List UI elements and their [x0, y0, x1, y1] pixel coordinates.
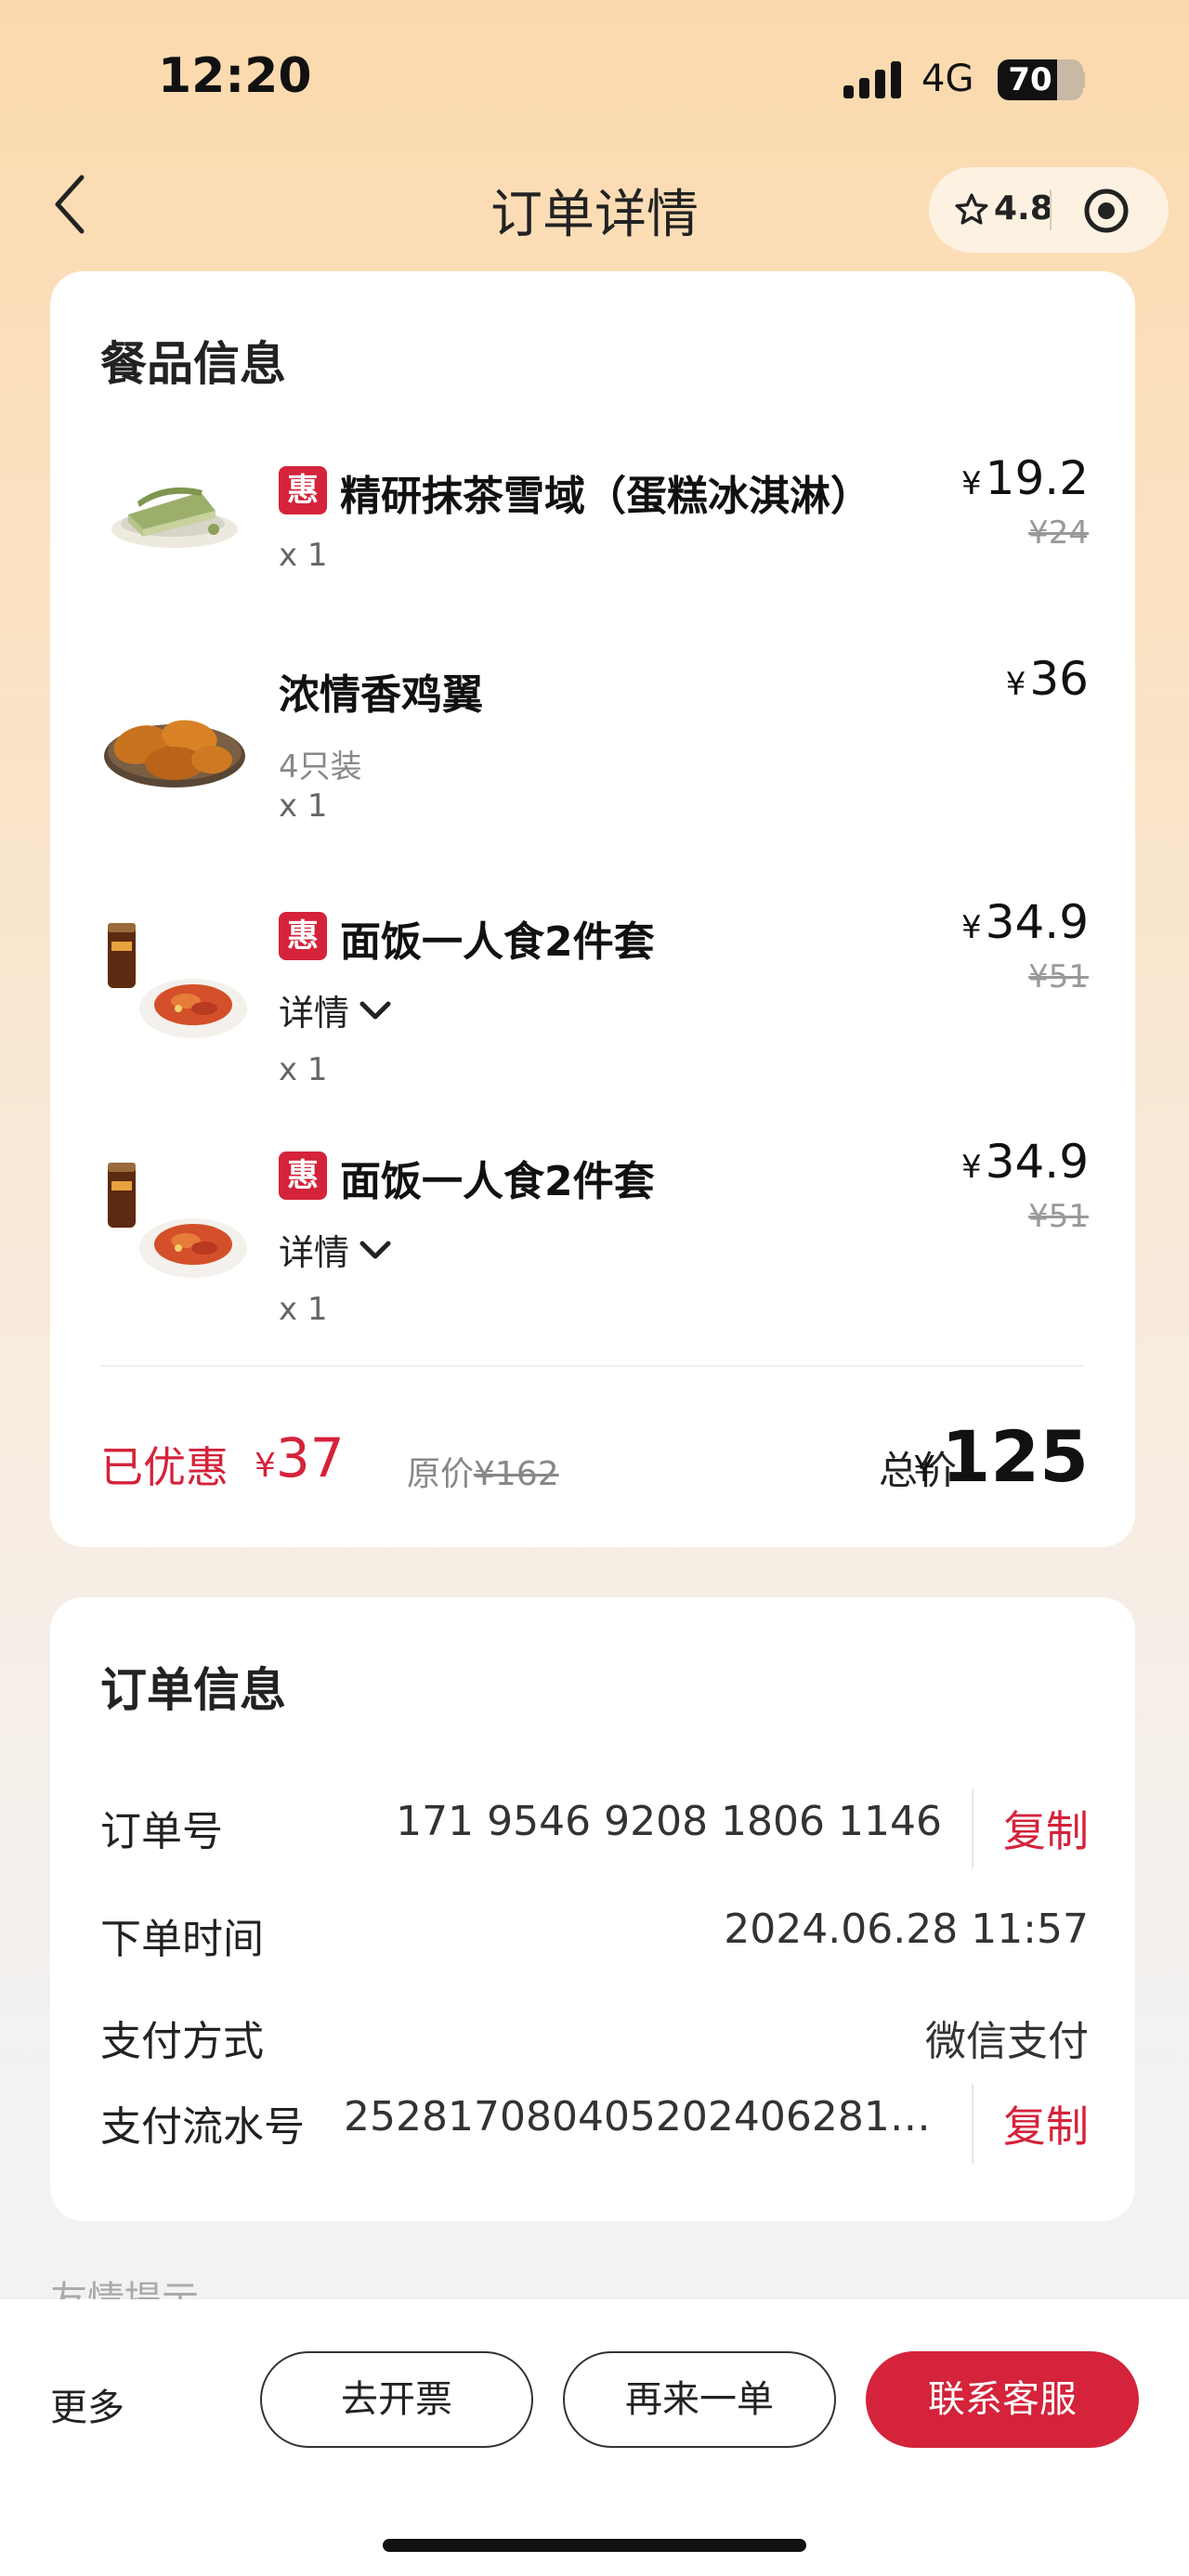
home-indicator[interactable]: [383, 2539, 806, 2552]
target-icon: [1084, 189, 1129, 233]
list-item[interactable]: 惠 面饭一人食2件套 详情 x 1 ¥34.9 ¥51: [50, 1135, 1135, 1367]
food-info-card: 餐品信息 惠 精研抹茶雪域（蛋糕冰淇淋） x 1 ¥19.2 ¥24 浓情香鸡翼…: [50, 271, 1135, 1547]
price-value: 36: [1029, 652, 1089, 706]
item-name: 面饭一人食2件套: [340, 918, 655, 966]
status-bar: 12:20 4G 70: [0, 0, 1189, 158]
price-value: 19.2: [985, 451, 1089, 505]
payment-method-row: 支付方式 微信支付: [100, 1998, 1089, 2073]
matcha-cake-image: [111, 487, 238, 548]
list-item[interactable]: 惠 精研抹茶雪域（蛋糕冰淇淋） x 1 ¥19.2 ¥24: [50, 425, 1135, 630]
contact-service-button[interactable]: 联系客服: [866, 2351, 1139, 2448]
item-quantity: x 1: [279, 537, 328, 574]
battery-level: 70: [1008, 61, 1052, 98]
copy-order-number-button[interactable]: 复制: [1003, 1798, 1089, 1859]
total-amount: ¥125: [913, 1415, 1089, 1498]
discount-badge: 惠: [279, 1151, 327, 1200]
order-time-value: 2024.06.28 11:57: [724, 1906, 1089, 1953]
total-value: 125: [941, 1415, 1089, 1498]
order-info-card: 订单信息 订单号 171 9546 9208 1806 1146 复制 下单时间…: [50, 1597, 1135, 2221]
status-time: 12:20: [158, 48, 312, 104]
payment-serial-label: 支付流水号: [100, 2103, 305, 2151]
divider: [100, 1365, 1085, 1367]
battery-tip: [1079, 71, 1085, 89]
order-time-label: 下单时间: [100, 1916, 264, 1963]
original-price: ¥51: [1028, 1198, 1089, 1235]
payment-method-value: 微信支付: [925, 2018, 1089, 2065]
more-button[interactable]: 更多: [50, 2377, 124, 2431]
star-icon: [955, 193, 988, 225]
price-value: 34.9: [985, 1135, 1089, 1189]
discount-badge: 惠: [279, 912, 327, 960]
reorder-button[interactable]: 再来一单: [563, 2351, 836, 2448]
bottom-action-bar: 更多 去开票 再来一单 联系客服: [0, 2299, 1189, 2576]
details-label: 详情: [279, 1232, 350, 1273]
chevron-down-icon: [359, 1001, 391, 1019]
currency-symbol: ¥: [913, 1449, 936, 1490]
item-quantity: x 1: [279, 787, 328, 825]
price-value: 34.9: [985, 895, 1089, 949]
discount-label: 已优惠: [100, 1442, 229, 1492]
order-number-label: 订单号: [100, 1808, 223, 1855]
discount-value: 37: [275, 1426, 345, 1490]
original-price: ¥51: [1028, 958, 1089, 995]
network-label: 4G: [921, 58, 974, 100]
currency-symbol: ¥: [961, 1149, 982, 1186]
order-number-row: 订单号 171 9546 9208 1806 1146 复制: [100, 1789, 1089, 1868]
food-card-title: 餐品信息: [100, 337, 286, 391]
chevron-down-icon: [359, 1241, 391, 1258]
discount-amount: ¥37: [255, 1426, 345, 1490]
item-price: ¥19.2: [961, 451, 1089, 505]
currency-symbol: ¥: [961, 465, 982, 502]
item-quantity: x 1: [279, 1051, 328, 1088]
item-name: 浓情香鸡翼: [279, 671, 483, 719]
copy-divider: [972, 2084, 973, 2164]
copy-divider: [972, 1789, 973, 1868]
original-total-label: 原价: [407, 1455, 475, 1493]
item-price: ¥34.9: [961, 895, 1089, 949]
payment-serial-value: 252817080405202406281…: [344, 2093, 931, 2140]
chicken-wings-image: [104, 720, 245, 787]
item-quantity: x 1: [279, 1291, 328, 1328]
original-total-value: ¥162: [474, 1455, 559, 1493]
mini-program-capsule: 4.8: [929, 167, 1169, 253]
capsule-divider: [1050, 189, 1052, 230]
list-item[interactable]: 浓情香鸡翼 4只装 x 1 ¥36: [50, 652, 1135, 903]
rating-value[interactable]: 4.8: [994, 189, 1053, 228]
item-price: ¥34.9: [961, 1135, 1089, 1189]
list-item[interactable]: 惠 面饭一人食2件套 详情 x 1 ¥34.9 ¥51: [50, 895, 1135, 1127]
item-spec: 4只装: [279, 748, 362, 786]
signal-icon: [843, 61, 903, 98]
item-price: ¥36: [1006, 652, 1089, 706]
currency-symbol: ¥: [255, 1447, 276, 1485]
invoice-button[interactable]: 去开票: [260, 2351, 533, 2448]
item-name: 精研抹茶雪域（蛋糕冰淇淋）: [340, 473, 871, 520]
noodle-set-image: [108, 1163, 247, 1278]
item-name: 面饭一人食2件套: [340, 1158, 655, 1205]
order-card-title: 订单信息: [100, 1663, 286, 1717]
details-label: 详情: [279, 993, 350, 1034]
copy-payment-serial-button[interactable]: 复制: [1003, 2093, 1089, 2154]
set-details-toggle[interactable]: 详情: [279, 1224, 392, 1275]
original-total: 原价¥162: [407, 1447, 559, 1495]
discount-badge: 惠: [279, 466, 327, 514]
original-price: ¥24: [1028, 514, 1089, 552]
set-details-toggle[interactable]: 详情: [279, 984, 392, 1035]
payment-method-label: 支付方式: [100, 2018, 264, 2065]
rating-button[interactable]: [953, 191, 990, 228]
order-number-value: 171 9546 9208 1806 1146: [396, 1798, 942, 1845]
currency-symbol: ¥: [961, 909, 982, 946]
currency-symbol: ¥: [1005, 666, 1026, 703]
payment-serial-row: 支付流水号 252817080405202406281… 复制: [100, 2084, 1089, 2164]
order-time-row: 下单时间 2024.06.28 11:57: [100, 1896, 1089, 1971]
noodle-set-image: [108, 923, 247, 1038]
close-mini-program-button[interactable]: [1083, 188, 1130, 234]
battery-icon: 70: [998, 59, 1083, 100]
